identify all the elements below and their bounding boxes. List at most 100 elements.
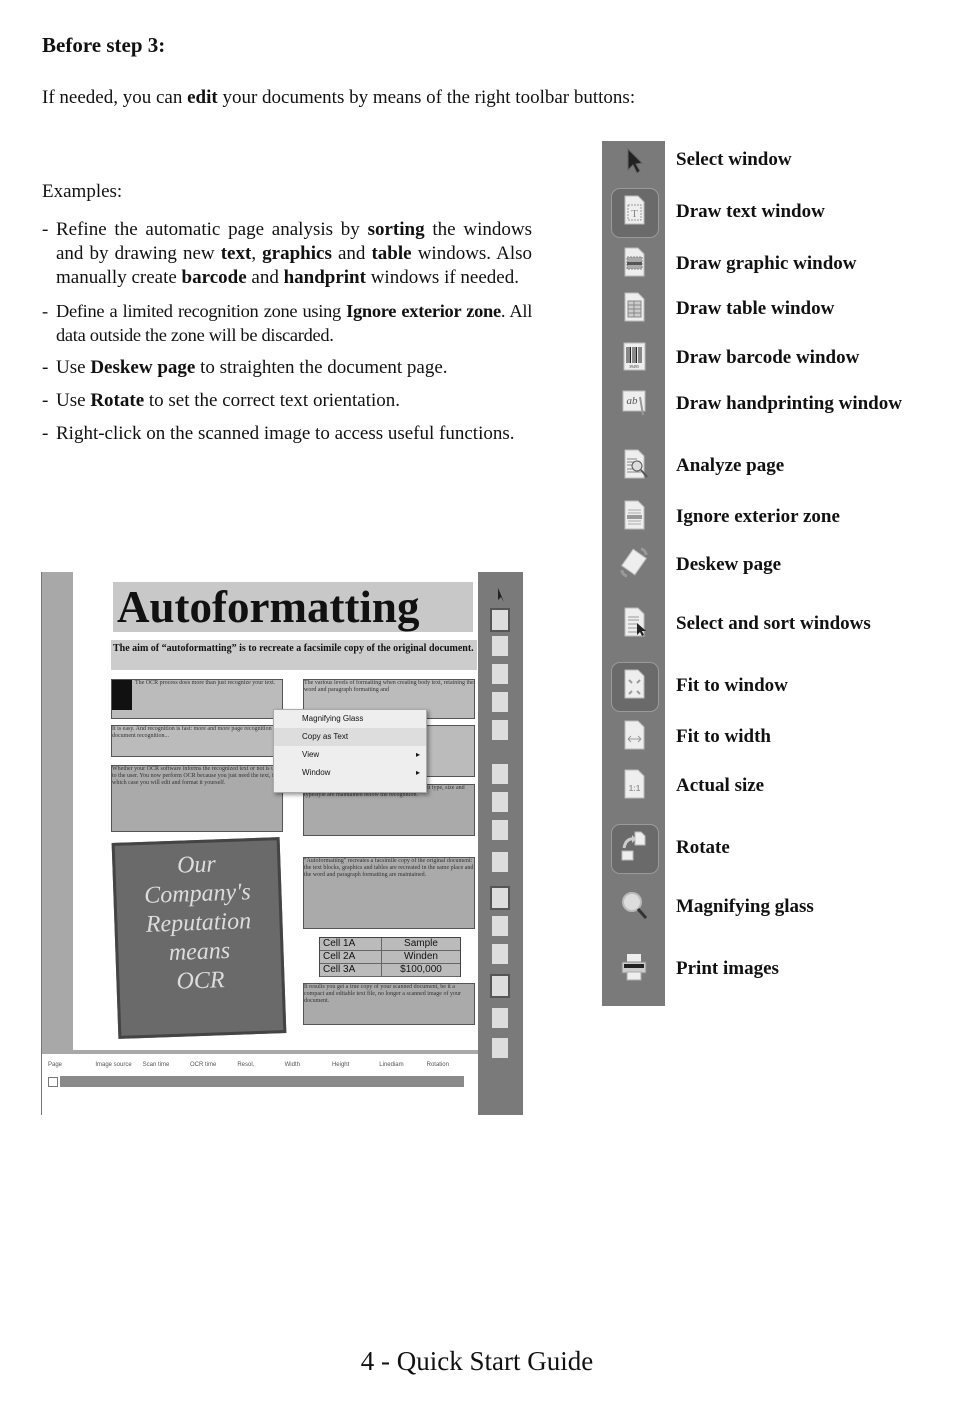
grid-column-header[interactable]: Resol. xyxy=(237,1062,284,1068)
mini-toolbar-rotate-icon[interactable] xyxy=(490,974,510,998)
toolbar-label: Draw text window xyxy=(676,201,825,222)
toolbar-label: Print images xyxy=(676,958,779,979)
context-menu-item[interactable]: View ▸ xyxy=(274,746,426,764)
context-menu-label: Window xyxy=(302,768,331,777)
example-item: - Refine the automatic page analysis by s… xyxy=(42,218,532,290)
grid-column-header[interactable]: Scan time xyxy=(143,1062,190,1068)
toolbar-button-ignore-exterior-zone[interactable] xyxy=(602,495,665,539)
mini-toolbar-deskew-page-icon[interactable] xyxy=(492,820,508,840)
text-window-icon: T xyxy=(619,193,649,232)
fit-to-window-icon xyxy=(619,667,649,706)
toolbar-label: Select window xyxy=(676,149,792,170)
mini-toolbar-text-window-icon[interactable] xyxy=(490,608,510,632)
page-title-window: Autoformatting xyxy=(113,582,473,632)
mini-toolbar-select-sort-windows-icon[interactable] xyxy=(492,852,508,872)
mini-toolbar-actual-size-icon[interactable] xyxy=(492,944,508,964)
mini-toolbar-magnifying-glass-icon[interactable] xyxy=(492,1008,508,1028)
text-run: and xyxy=(246,267,284,288)
mini-toolbar-arrow-pointer-icon[interactable] xyxy=(492,584,508,604)
actual-size-icon: 1:1 xyxy=(619,767,649,806)
bold-term: sorting xyxy=(367,219,425,240)
grid-column-header[interactable]: Page xyxy=(48,1062,95,1068)
example-item: - Use Deskew page to straighten the docum… xyxy=(42,356,532,380)
table-cell: Cell 1A xyxy=(320,938,382,950)
grid-column-header[interactable]: Rotation xyxy=(427,1062,474,1068)
text-run: Define a limited recognition zone using xyxy=(56,301,347,321)
text-window: "Autoformatting" recreates a facsimile c… xyxy=(303,857,475,929)
grid-column-header[interactable]: Width xyxy=(285,1062,332,1068)
section-heading: Before step 3: xyxy=(42,33,166,57)
toolbar-button-magnifying-glass[interactable] xyxy=(602,885,665,929)
mini-toolbar-barcode-window-icon[interactable] xyxy=(492,692,508,712)
mini-toolbar-analyze-page-icon[interactable] xyxy=(492,764,508,784)
barcode-window-icon: 39495 xyxy=(619,339,649,378)
table-row: Cell 3A $100,000 xyxy=(320,964,460,977)
analyze-page-icon xyxy=(619,447,649,486)
text-run: Use xyxy=(56,390,91,411)
grid-column-header[interactable]: Linediam xyxy=(379,1062,426,1068)
page-row[interactable] xyxy=(60,1076,464,1087)
svg-text:1:1: 1:1 xyxy=(628,784,640,793)
toolbar-button-fit-to-width[interactable] xyxy=(602,715,665,759)
toolbar-button-draw-handprinting-window[interactable]: ab xyxy=(602,382,665,426)
select-sort-windows-icon xyxy=(619,605,649,644)
example-item: - Right-click on the scanned image to acc… xyxy=(42,422,596,446)
toolbar-button-analyze-page[interactable] xyxy=(602,444,665,488)
toolbar-button-select-window[interactable] xyxy=(602,141,665,185)
grid-column-header[interactable]: Image source xyxy=(95,1062,142,1068)
grid-column-header[interactable]: OCR time xyxy=(190,1062,237,1068)
text-run: windows if needed. xyxy=(365,267,519,288)
mini-toolbar-printer-icon[interactable] xyxy=(492,1038,508,1058)
toolbar-strip: T 39495 ab 1:1 xyxy=(602,141,665,1006)
toolbar-button-draw-table-window[interactable] xyxy=(602,287,665,331)
bold-term: text xyxy=(220,243,252,264)
toolbar-label: Draw handprinting window xyxy=(676,393,902,414)
scanned-page[interactable]: Autoformatting The aim of “autoformattin… xyxy=(73,572,483,1050)
deskew-page-icon xyxy=(619,546,649,585)
toolbar-label: Rotate xyxy=(676,837,730,858)
bold-term: Deskew page xyxy=(90,357,196,378)
toolbar-label: Analyze page xyxy=(676,455,785,476)
toolbar-button-select-and-sort-windows[interactable] xyxy=(602,602,665,646)
table-cell: Cell 3A xyxy=(320,964,382,976)
bold-term: Rotate xyxy=(90,390,145,411)
table-window-icon xyxy=(619,290,649,329)
svg-text:T: T xyxy=(631,208,638,220)
text-window: It results you get a true copy of your s… xyxy=(303,983,475,1025)
toolbar-button-draw-text-window[interactable]: T xyxy=(602,188,665,238)
app-screenshot: Autoformatting The aim of “autoformattin… xyxy=(41,572,523,1115)
toolbar-button-actual-size[interactable]: 1:1 xyxy=(602,764,665,808)
context-menu: Magnifying Glass Copy as Text View ▸ Window ▸ xyxy=(273,709,427,793)
bullet-dash: - xyxy=(42,357,49,378)
table-row: Cell 1A Sample xyxy=(320,938,460,951)
toolbar-button-print-images[interactable] xyxy=(602,947,665,991)
context-menu-item[interactable]: Copy as Text xyxy=(274,728,426,746)
text-run: to straighten the document page. xyxy=(195,357,448,378)
toolbar-button-fit-to-window[interactable] xyxy=(602,662,665,712)
context-menu-item[interactable]: Window ▸ xyxy=(274,764,426,782)
example-item: - Use Rotate to set the correct text orie… xyxy=(42,389,532,413)
mini-toolbar-handprint-window-icon[interactable] xyxy=(492,720,508,740)
toolbar-label: Actual size xyxy=(676,775,765,796)
context-menu-item[interactable]: Magnifying Glass xyxy=(274,710,426,728)
mini-toolbar-fit-to-width-icon[interactable] xyxy=(492,916,508,936)
table-row: Cell 2A Winden xyxy=(320,951,460,964)
toolbar-button-deskew-page[interactable] xyxy=(602,543,665,587)
mini-toolbar-fit-to-window-icon[interactable] xyxy=(490,886,510,910)
toolbar-button-rotate[interactable] xyxy=(602,824,665,874)
grid-column-header[interactable]: Height xyxy=(332,1062,379,1068)
handprint-window-icon: ab xyxy=(619,385,649,424)
toolbar-label: Fit to width xyxy=(676,726,771,747)
page-checkbox[interactable] xyxy=(48,1077,58,1087)
toolbar-button-draw-graphic-window[interactable] xyxy=(602,242,665,286)
text-run: Use xyxy=(56,357,91,378)
toolbar-button-draw-barcode-window[interactable]: 39495 xyxy=(602,336,665,380)
mini-toolbar-graphic-window-icon[interactable] xyxy=(492,636,508,656)
toolbar-label: Draw table window xyxy=(676,298,835,319)
mini-toolbar-table-window-icon[interactable] xyxy=(492,664,508,684)
bold-term: barcode xyxy=(181,267,247,288)
mini-toolbar-ignore-exterior-zone-icon[interactable] xyxy=(492,792,508,812)
context-menu-label: Magnifying Glass xyxy=(302,714,364,723)
bullet-dash: - xyxy=(42,423,49,444)
toolbar-label: Ignore exterior zone xyxy=(676,506,840,527)
